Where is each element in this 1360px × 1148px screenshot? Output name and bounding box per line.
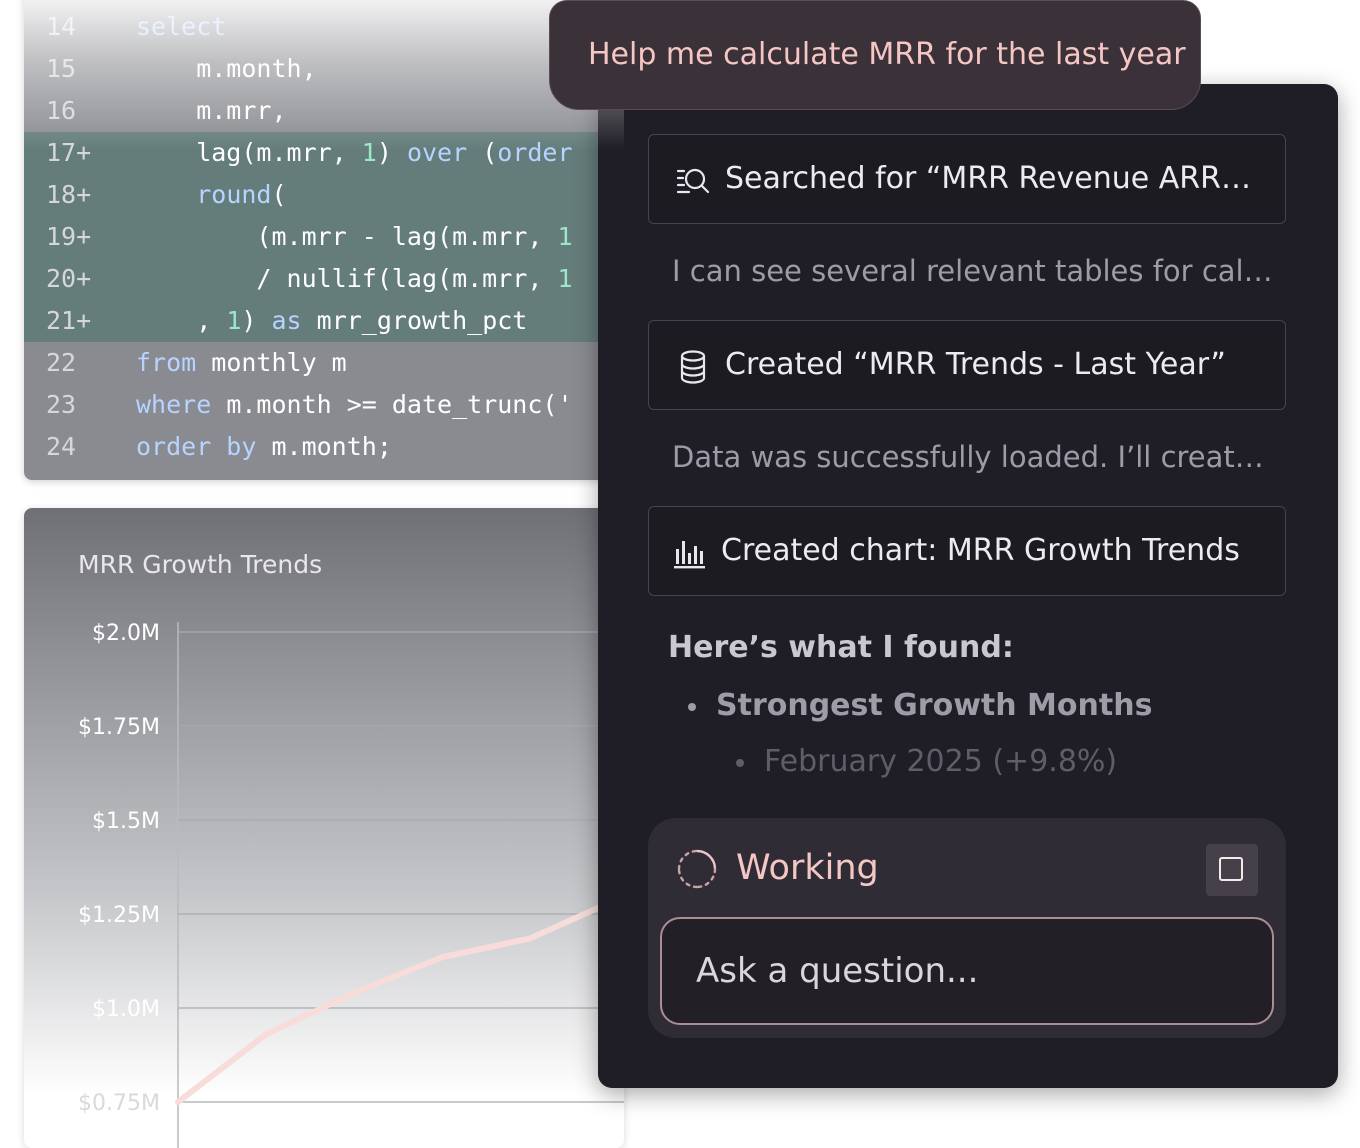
line-number: 14 (46, 12, 77, 41)
y-tick-label: $1.0M (92, 997, 160, 1022)
bullet-dot (736, 758, 744, 767)
code-text: , 1) as mrr_growth_pct (136, 300, 527, 342)
line-number: 18+ (46, 180, 92, 209)
step-create-chart[interactable]: Created chart: MRR Growth Trends (648, 506, 1286, 596)
code-text: round( (136, 174, 287, 216)
line-number: 22 (46, 348, 77, 377)
code-keyword: select (136, 12, 227, 41)
code-text: select (136, 6, 226, 48)
code-token: m.mrr, (136, 96, 287, 125)
code-token: ) (241, 306, 272, 335)
line-number: 17+ (46, 138, 92, 167)
line-number: 21+ (46, 306, 92, 335)
line-number: 19+ (46, 222, 92, 251)
code-keyword: where (136, 390, 212, 419)
stop-button[interactable] (1206, 844, 1258, 896)
findings-heading: Here’s what I found: (668, 630, 1014, 665)
code-keyword: round (196, 180, 272, 209)
code-number: 1 (557, 222, 573, 251)
code-line: 23 where m.month >= date_trunc(' (24, 384, 624, 426)
code-line: 18+ round( (24, 174, 624, 216)
line-number: 24 (46, 432, 77, 461)
code-editor-panel: 14 select 15 m.month, 16 m.mrr, 17+ lag(m.mr… (24, 0, 624, 480)
code-token: m.month, (136, 54, 317, 83)
y-tick-label: $2.0M (92, 621, 160, 646)
code-token: ) (376, 138, 407, 167)
question-input[interactable] (660, 917, 1274, 1025)
search-icon (676, 168, 710, 194)
code-line: 24 order by m.month; (24, 426, 624, 468)
code-text: / nullif(lag(m.mrr, 1 (136, 258, 573, 300)
code-token: ( (271, 180, 287, 209)
stop-icon (1219, 857, 1243, 881)
spinner-icon (677, 849, 717, 889)
code-text: order by m.month; (136, 426, 392, 468)
code-token: (m.mrr - lag(m.mrr, (136, 222, 558, 251)
code-line: 20+ / nullif(lag(m.mrr, 1 (24, 258, 624, 300)
y-tick-label: $1.75M (78, 715, 160, 740)
code-number: 1 (557, 264, 573, 293)
step-create-dataset[interactable]: Created “MRR Trends - Last Year” (648, 320, 1286, 410)
code-keyword: as (271, 306, 302, 335)
assistant-reply: I can see several relevant tables for ca… (672, 254, 1273, 288)
composer: Working (648, 818, 1286, 1038)
y-tick-label: $1.25M (78, 903, 160, 928)
code-text: lag(m.mrr, 1) over (order (136, 132, 573, 174)
assistant-reply: Data was successfully loaded. I’ll creat… (672, 440, 1264, 474)
step-label: Searched for “MRR Revenue ARR… (725, 161, 1251, 196)
user-message-text: Help me calculate MRR for the last year (588, 37, 1186, 72)
finding-bullet: Strongest Growth Months (688, 688, 1152, 723)
code-text: m.month, (136, 48, 317, 90)
code-keyword: order (497, 138, 573, 167)
line-number: 15 (46, 54, 77, 83)
code-line: 22 from monthly m (24, 342, 624, 384)
code-token: m.month; (256, 432, 392, 461)
code-line: 15 m.month, (24, 48, 624, 90)
chart-panel: $2.0M $1.75M $1.5M $1.25M $1.0M $0.75M MRR Gr… (24, 508, 624, 1148)
code-token: ( (467, 138, 498, 167)
code-number: 1 (361, 138, 377, 167)
code-line: 17+ lag(m.mrr, 1) over (order (24, 132, 624, 174)
code-line: 14 select (24, 6, 624, 48)
code-line: 21+ , 1) as mrr_growth_pct (24, 300, 624, 342)
code-token: monthly m (196, 348, 347, 377)
code-keyword: over (406, 138, 468, 167)
code-number: 1 (226, 306, 242, 335)
code-token: lag(m.mrr, (136, 138, 362, 167)
y-tick-label: $0.75M (78, 1091, 160, 1116)
step-label: Created “MRR Trends - Last Year” (725, 347, 1226, 382)
code-keyword: order by (136, 432, 257, 461)
finding-sub-bullet-text: February 2025 (+9.8%) (764, 744, 1118, 779)
y-tick-label: $1.5M (92, 809, 160, 834)
code-token: , (136, 306, 227, 335)
status-label: Working (736, 848, 879, 888)
code-token: mrr_growth_pct (301, 306, 528, 335)
finding-sub-bullet: February 2025 (+9.8%) (736, 744, 1117, 779)
line-number: 16 (46, 96, 77, 125)
finding-bullet-text: Strongest Growth Months (716, 688, 1153, 723)
line-number: 20+ (46, 264, 92, 293)
code-text: (m.mrr - lag(m.mrr, 1 (136, 216, 573, 258)
code-text: where m.month >= date_trunc(' (136, 384, 573, 426)
code-line: 19+ (m.mrr - lag(m.mrr, 1 (24, 216, 624, 258)
mrr-line-chart: $2.0M $1.75M $1.5M $1.25M $1.0M $0.75M (78, 621, 624, 1148)
user-message-bubble: Help me calculate MRR for the last year (549, 0, 1201, 110)
code-keyword: from (136, 348, 197, 377)
code-token: m.month >= date_trunc(' (211, 390, 573, 419)
bar-chart-icon (674, 541, 705, 569)
step-label: Created chart: MRR Growth Trends (721, 533, 1240, 568)
code-text: m.mrr, (136, 90, 287, 132)
database-icon (680, 350, 706, 384)
mrr-series-line (175, 878, 624, 1105)
code-line: 16 m.mrr, (24, 90, 624, 132)
line-number: 23 (46, 390, 77, 419)
code-text: from monthly m (136, 342, 347, 384)
code-token: / nullif(lag(m.mrr, (136, 264, 558, 293)
step-search[interactable]: Searched for “MRR Revenue ARR… (648, 134, 1286, 224)
chart-title: MRR Growth Trends (78, 550, 323, 579)
bullet-dot (688, 702, 696, 711)
assistant-chat-panel: Searched for “MRR Revenue ARR… I can see… (598, 84, 1338, 1088)
